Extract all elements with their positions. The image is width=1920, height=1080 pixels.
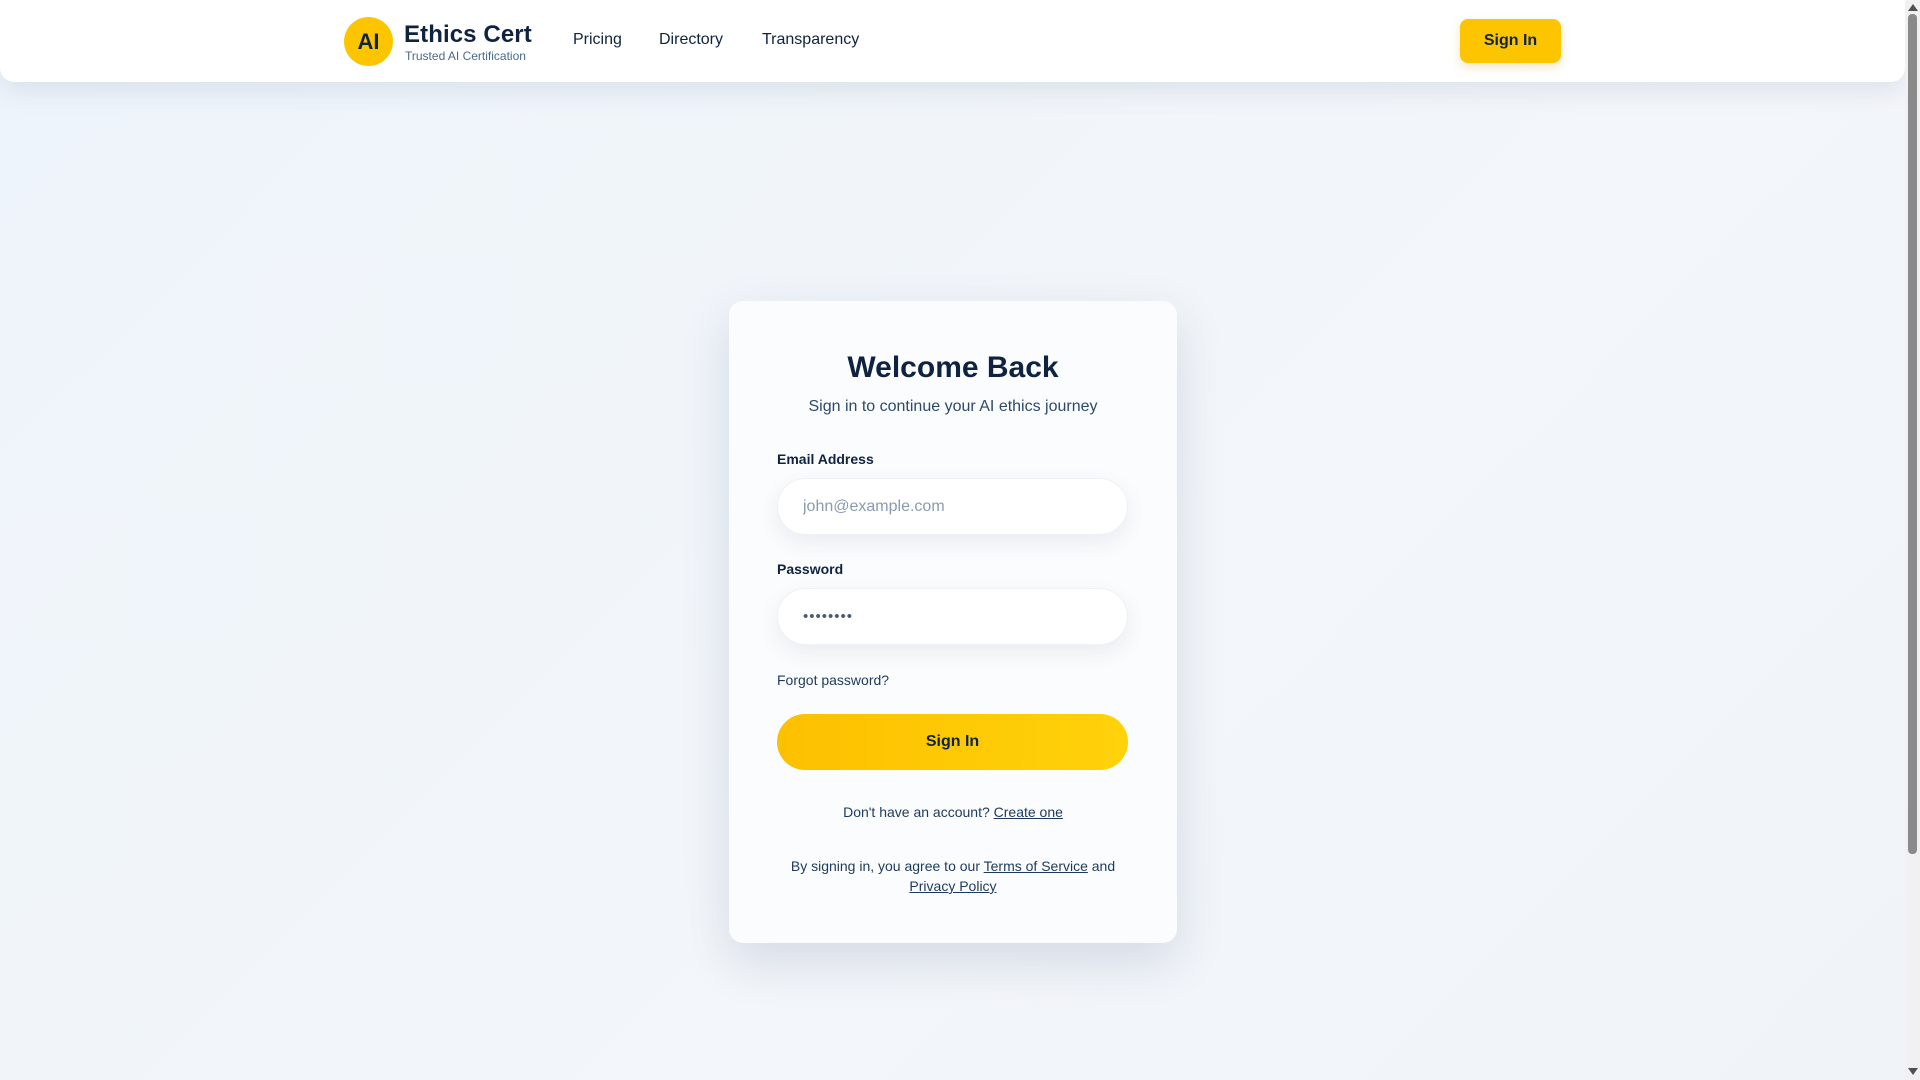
header-sign-in-button[interactable]: Sign In [1460, 19, 1561, 63]
site-header: AI Ethics Cert Trusted AI Certification … [0, 0, 1905, 82]
email-label: Email Address [777, 451, 874, 467]
sign-in-submit-button[interactable]: Sign In [777, 714, 1128, 770]
signup-prompt: Don't have an account? Create one [729, 804, 1177, 820]
scrollbar-thumb[interactable] [1908, 14, 1917, 854]
privacy-policy-link[interactable]: Privacy Policy [909, 878, 996, 894]
terms-of-service-link[interactable]: Terms of Service [984, 858, 1088, 874]
legal-and: and [1091, 858, 1116, 874]
create-account-link[interactable]: Create one [994, 804, 1063, 820]
nav-link-transparency[interactable]: Transparency [762, 31, 859, 49]
email-field[interactable] [777, 478, 1128, 535]
logo-badge[interactable]: AI [344, 17, 393, 66]
triangle-down-icon[interactable] [1908, 1068, 1918, 1075]
legal-prefix: By signing in, you agree to our [790, 858, 980, 874]
signup-prompt-text: Don't have an account? [843, 804, 990, 820]
page-scrollbar[interactable] [1905, 0, 1920, 1080]
login-card: Welcome Back Sign in to continue your AI… [729, 301, 1177, 943]
brand-tagline: Trusted AI Certification [405, 49, 526, 63]
login-title: Welcome Back [847, 351, 1059, 384]
triangle-up-icon[interactable] [1908, 4, 1918, 11]
nav-link-directory[interactable]: Directory [659, 31, 723, 49]
login-subtitle: Sign in to continue your AI ethics journ… [808, 398, 1098, 415]
brand-name[interactable]: Ethics Cert [404, 21, 532, 49]
password-field[interactable] [777, 588, 1128, 645]
password-label: Password [777, 561, 844, 577]
forgot-password-link[interactable]: Forgot password? [777, 672, 889, 688]
nav-link-pricing[interactable]: Pricing [573, 31, 622, 49]
page: AI Ethics Cert Trusted AI Certification … [0, 0, 1905, 1080]
legal-notice: By signing in, you agree to our Terms of… [779, 856, 1127, 896]
